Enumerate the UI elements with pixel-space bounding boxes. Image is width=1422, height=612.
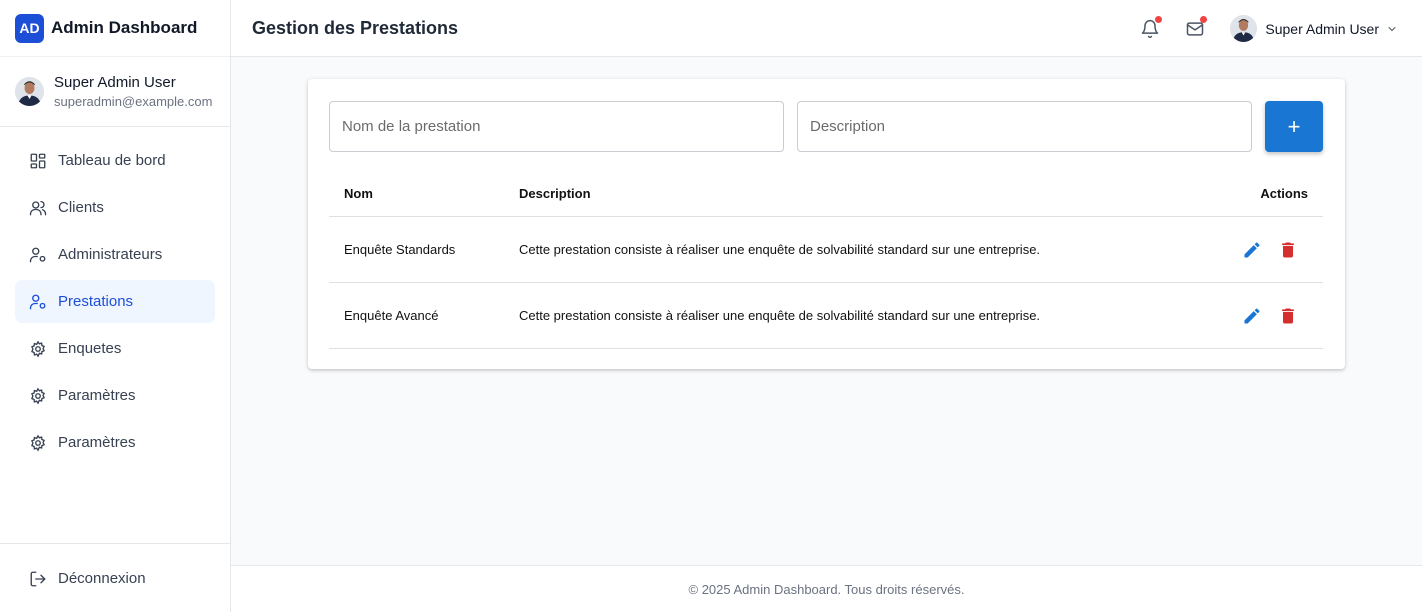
- dashboard-icon: [29, 152, 47, 170]
- sidebar-user-profile: Super Admin User superadmin@example.com: [0, 57, 230, 127]
- sidebar-nav: Tableau de bord Clients Administrateurs …: [0, 127, 230, 464]
- sidebar-item-administrateurs[interactable]: Administrateurs: [15, 233, 215, 276]
- sidebar-item-label: Paramètres: [58, 434, 136, 451]
- prestations-card: + Nom Description Actions Enquête Standa…: [308, 79, 1345, 369]
- sidebar-item-clients[interactable]: Clients: [15, 186, 215, 229]
- logout-section: Déconnexion: [0, 543, 230, 612]
- avatar: [15, 77, 44, 106]
- notifications-button[interactable]: [1140, 15, 1163, 39]
- sidebar-user-name: Super Admin User: [54, 74, 176, 91]
- users-icon: [29, 199, 47, 217]
- edit-button[interactable]: [1241, 305, 1263, 327]
- top-header: Gestion des Prestations Super Admin User: [231, 0, 1422, 57]
- edit-button[interactable]: [1241, 239, 1263, 261]
- cell-description: Cette prestation consiste à réaliser une…: [519, 308, 1041, 323]
- gear-icon: [29, 387, 47, 405]
- sidebar: AD Admin Dashboard Super Admin User supe…: [0, 0, 231, 612]
- brand-logo: AD: [15, 13, 44, 43]
- sidebar-item-label: Clients: [58, 199, 104, 216]
- sidebar-item-label: Paramètres: [58, 387, 136, 404]
- trash-icon: [1282, 308, 1294, 323]
- avatar: [1230, 15, 1258, 42]
- header-user-name: Super Admin User: [1265, 20, 1379, 37]
- sidebar-item-label: Tableau de bord: [58, 152, 166, 169]
- logout-button[interactable]: Déconnexion: [15, 557, 215, 600]
- table-header-row: Nom Description Actions: [329, 170, 1323, 217]
- cell-nom: Enquête Standards: [344, 242, 456, 257]
- table-row: Enquête Avancé Cette prestation consiste…: [329, 283, 1323, 349]
- logout-icon: [29, 570, 47, 588]
- column-header-description: Description: [519, 185, 591, 201]
- sidebar-item-prestations[interactable]: Prestations: [15, 280, 215, 323]
- page-title: Gestion des Prestations: [252, 17, 459, 38]
- cell-actions: [1241, 217, 1299, 282]
- add-prestation-button[interactable]: +: [1265, 101, 1323, 152]
- cell-actions: [1241, 283, 1299, 348]
- cell-nom: Enquête Avancé: [344, 308, 439, 323]
- cell-description: Cette prestation consiste à réaliser une…: [519, 242, 1041, 257]
- column-header-actions: Actions: [1260, 185, 1308, 201]
- user-cog-icon: [29, 246, 47, 264]
- prestations-table: Nom Description Actions Enquête Standard…: [329, 170, 1323, 349]
- sidebar-item-label: Administrateurs: [58, 246, 163, 263]
- sidebar-item-enquetes[interactable]: Enquetes: [15, 327, 215, 370]
- sidebar-item-parametres[interactable]: Paramètres: [15, 374, 215, 417]
- notification-dot: [1155, 15, 1163, 23]
- footer-text: © 2025 Admin Dashboard. Tous droits rése…: [688, 581, 965, 597]
- chevron-down-icon: [1388, 26, 1396, 31]
- delete-button[interactable]: [1277, 305, 1299, 327]
- gear-icon: [29, 340, 47, 358]
- delete-button[interactable]: [1277, 239, 1299, 261]
- pencil-icon: [1244, 307, 1260, 323]
- user-cog-icon: [29, 293, 47, 311]
- prestation-name-input[interactable]: [329, 101, 784, 152]
- sidebar-item-tableau-de-bord[interactable]: Tableau de bord: [15, 139, 215, 182]
- pencil-icon: [1244, 241, 1260, 257]
- brand[interactable]: AD Admin Dashboard: [0, 0, 230, 57]
- footer: © 2025 Admin Dashboard. Tous droits rése…: [231, 565, 1422, 612]
- trash-icon: [1282, 242, 1294, 257]
- table-row: Enquête Standards Cette prestation consi…: [329, 217, 1323, 283]
- sidebar-user-email: superadmin@example.com: [54, 94, 213, 109]
- mail-dot: [1200, 15, 1208, 23]
- sidebar-item-parametres-2[interactable]: Paramètres: [15, 421, 215, 464]
- user-menu[interactable]: Super Admin User: [1230, 15, 1398, 42]
- logout-label: Déconnexion: [58, 570, 146, 587]
- sidebar-item-label: Prestations: [58, 293, 134, 310]
- messages-button[interactable]: [1185, 15, 1208, 39]
- brand-title: Admin Dashboard: [51, 18, 198, 37]
- prestation-description-input[interactable]: [797, 101, 1252, 152]
- sidebar-item-label: Enquetes: [58, 340, 122, 357]
- column-header-nom: Nom: [344, 185, 373, 201]
- gear-icon: [29, 434, 47, 452]
